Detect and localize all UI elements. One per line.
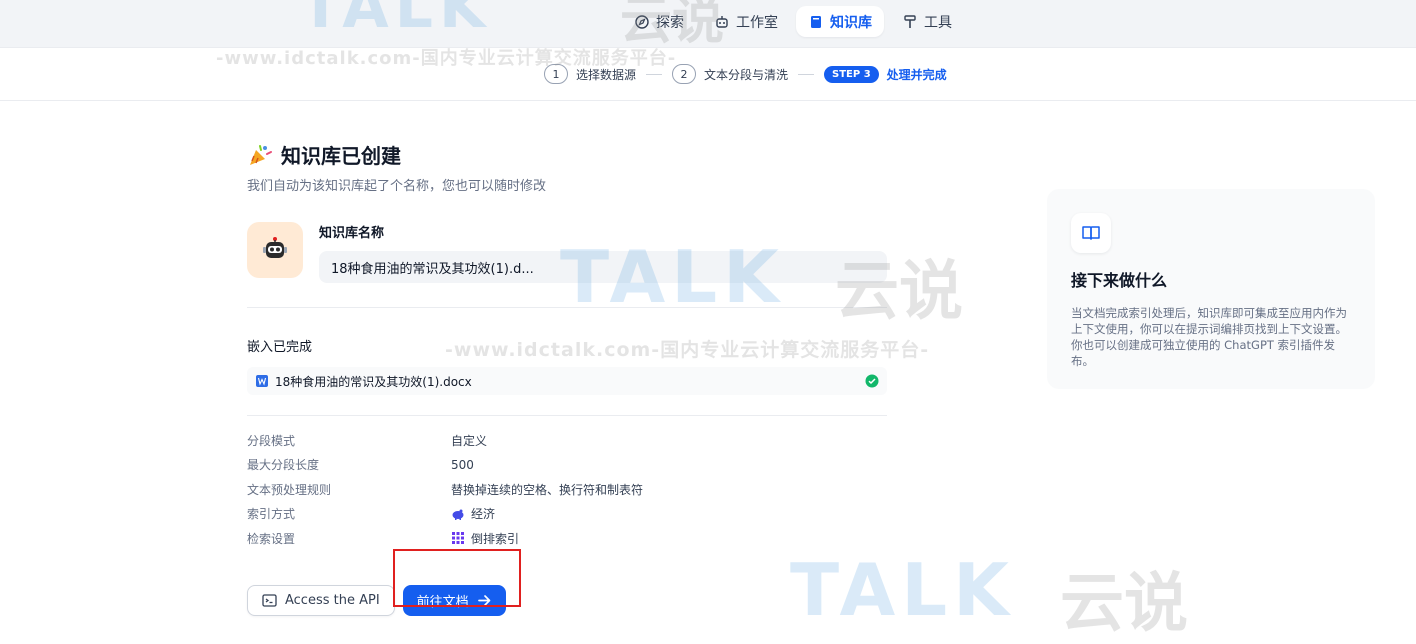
compass-icon [635, 14, 649, 29]
setting-key: 索引方式 [247, 507, 296, 522]
kb-avatar[interactable] [247, 222, 303, 278]
step-1-number: 1 [544, 64, 568, 84]
nav-item-explore[interactable]: 探索 [622, 6, 696, 37]
next-steps-text: 当文档完成索引处理后，知识库即可集成至应用内作为上下文使用，你可以在提示词编排页… [1071, 306, 1347, 368]
step-1-label: 选择数据源 [576, 67, 637, 82]
step-3-label: 处理并完成 [886, 67, 947, 82]
setting-value-text: 倒排索引 [471, 531, 520, 546]
settings-summary: 分段模式 自定义 最大分段长度 500 文本预处理规则 替换掉连续的空格、换行符… [247, 428, 887, 551]
setting-key: 分段模式 [247, 433, 296, 448]
step-3-badge: STEP 3 [824, 65, 879, 83]
divider [247, 415, 887, 416]
settings-row: 最大分段长度 500 [247, 453, 887, 478]
step-2-number: 2 [672, 64, 697, 84]
step-connector [646, 73, 663, 75]
next-steps-card: 接下来做什么 当文档完成索引处理后，知识库即可集成至应用内作为上下文使用，你可以… [1047, 189, 1375, 389]
main-nav: 探索 工作室 知识库 工具 [622, 6, 964, 37]
check-circle-icon [865, 374, 879, 388]
top-navigation-bar: 探索 工作室 知识库 工具 [0, 0, 1416, 48]
setting-value: 500 [451, 458, 474, 472]
nav-item-label: 工具 [924, 14, 952, 31]
arrow-right-icon [477, 594, 491, 606]
divider [247, 307, 887, 308]
go-to-document-button[interactable]: 前往文档 [402, 584, 506, 616]
steps: 1 选择数据源 2 文本分段与清洗 STEP 3 处理并完成 [544, 64, 947, 84]
hammer-icon [904, 14, 916, 28]
setting-value: 自定义 [451, 432, 487, 449]
terminal-icon [262, 593, 277, 607]
setting-value: 倒排索引 [451, 530, 519, 547]
piggy-bank-icon [452, 509, 464, 520]
watermark-brand-cn: 云说 [1060, 567, 1188, 641]
next-steps-title: 接下来做什么 [1071, 271, 1168, 290]
page-subtitle: 我们自动为该知识库起了个名称，您也可以随时修改 [247, 179, 547, 194]
main-content: 知识库已创建 我们自动为该知识库起了个名称，您也可以随时修改 知识库名称 嵌入已… [247, 140, 887, 616]
party-popper-icon [250, 144, 272, 165]
nav-item-tools[interactable]: 工具 [890, 6, 964, 37]
robot-avatar-icon [263, 237, 287, 258]
nav-item-studio[interactable]: 工作室 [702, 6, 790, 37]
next-steps-icon-wrap [1071, 213, 1111, 253]
settings-row: 索引方式 经济 [247, 502, 887, 527]
nav-item-label: 工作室 [736, 14, 778, 31]
nav-item-knowledge[interactable]: 知识库 [796, 6, 884, 37]
embedded-file-name: 18种食用油的常识及其功效(1).docx [275, 374, 472, 389]
page-title: 知识库已创建 [281, 144, 401, 168]
setting-key: 文本预处理规则 [247, 482, 332, 497]
kb-name-row: 知识库名称 [247, 222, 887, 283]
kb-name-label: 知识库名称 [319, 226, 385, 241]
step-connector [798, 73, 815, 75]
go-to-document-label: 前往文档 [416, 594, 469, 610]
setting-value: 替换掉连续的空格、换行符和制表符 [451, 481, 643, 498]
setting-value-text: 替换掉连续的空格、换行符和制表符 [451, 482, 644, 497]
embedded-file-row: 18种食用油的常识及其功效(1).docx [247, 367, 887, 395]
setting-key: 最大分段长度 [247, 458, 320, 473]
step-bar: 1 选择数据源 2 文本分段与清洗 STEP 3 处理并完成 [0, 48, 1416, 101]
setting-value: 经济 [451, 505, 495, 522]
embed-status-title: 嵌入已完成 [247, 340, 313, 355]
settings-row: 检索设置 倒排索引 [247, 526, 887, 551]
book-icon [811, 15, 821, 28]
access-api-button[interactable]: Access the API [247, 584, 395, 616]
title-row: 知识库已创建 [247, 140, 887, 169]
word-doc-icon [256, 375, 268, 387]
setting-value-text: 经济 [471, 507, 496, 522]
settings-row: 分段模式 自定义 [247, 428, 887, 453]
open-book-icon [1082, 226, 1100, 240]
setting-value-text: 500 [451, 457, 474, 472]
kb-fields: 知识库名称 [319, 222, 887, 283]
settings-row: 文本预处理规则 替换掉连续的空格、换行符和制表符 [247, 477, 887, 502]
nav-item-label: 知识库 [830, 14, 872, 31]
grid-icon [452, 532, 464, 545]
step-2-label: 文本分段与清洗 [704, 67, 789, 82]
access-api-label: Access the API [285, 592, 380, 608]
setting-value-text: 自定义 [451, 433, 488, 448]
nav-item-label: 探索 [656, 14, 684, 31]
kb-name-input[interactable] [319, 251, 887, 283]
setting-key: 检索设置 [247, 531, 296, 546]
robot-icon [716, 15, 728, 28]
action-buttons: Access the API 前往文档 [247, 584, 887, 616]
